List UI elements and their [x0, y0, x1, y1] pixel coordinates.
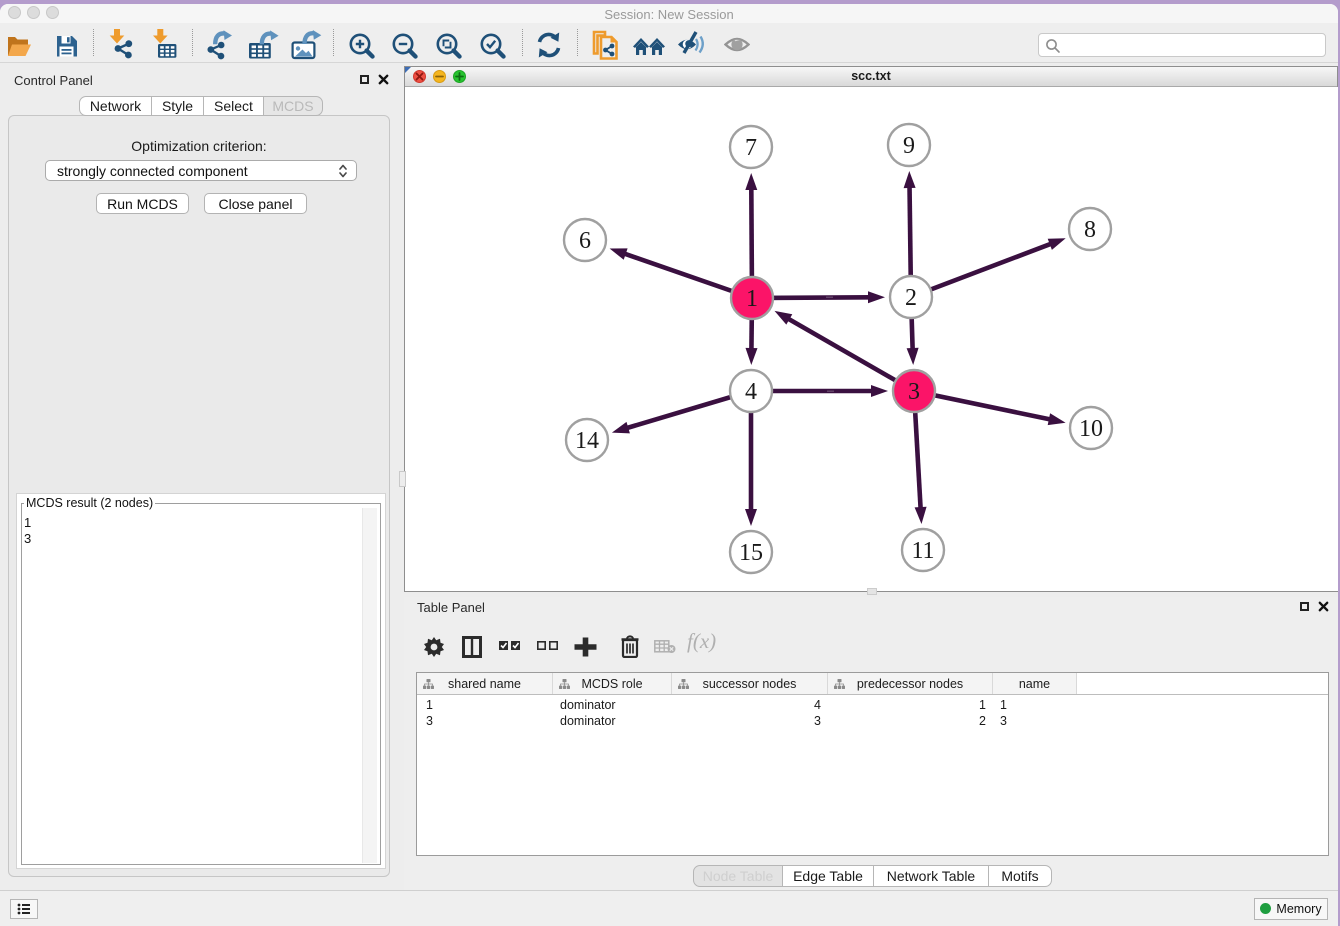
svg-text:7: 7	[745, 135, 757, 161]
svg-text:14: 14	[575, 428, 599, 454]
svg-text:9: 9	[903, 133, 915, 159]
svg-text:10: 10	[1079, 416, 1103, 442]
svg-text:6: 6	[579, 228, 591, 254]
svg-text:15: 15	[739, 540, 763, 566]
svg-text:11: 11	[911, 538, 934, 564]
svg-text:2: 2	[905, 285, 917, 311]
svg-text:3: 3	[908, 379, 920, 405]
svg-text:8: 8	[1084, 217, 1096, 243]
svg-text:4: 4	[745, 379, 757, 405]
svg-text:1: 1	[746, 286, 758, 312]
